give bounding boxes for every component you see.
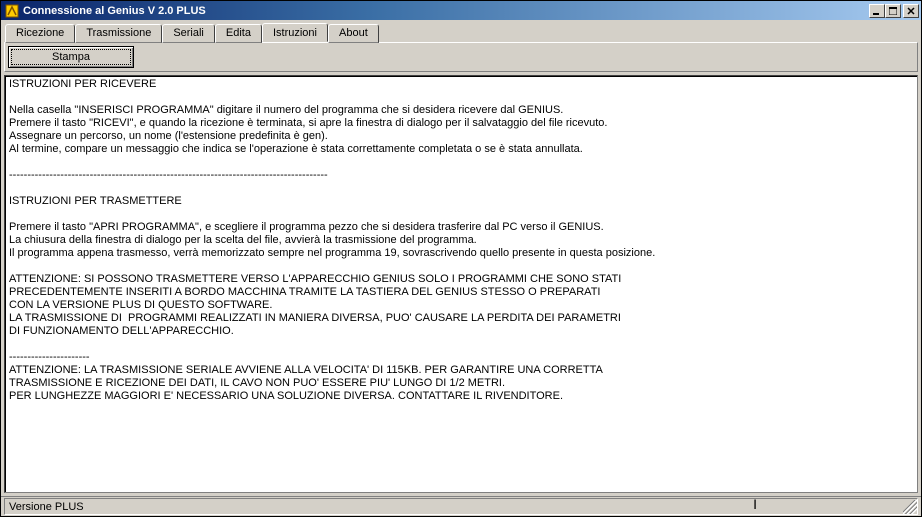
tab-istruzioni[interactable]: Istruzioni (262, 23, 328, 42)
tab-ricezione[interactable]: Ricezione (5, 24, 75, 43)
text-cursor-icon: I (753, 496, 757, 512)
toolbar: Stampa (4, 42, 918, 72)
app-icon (4, 3, 20, 19)
minimize-button[interactable] (869, 4, 885, 18)
tab-edita[interactable]: Edita (215, 24, 262, 43)
tabbar: Ricezione Trasmissione Seriali Edita Ist… (1, 20, 921, 42)
status-version: Versione PLUS I (4, 498, 918, 515)
tab-seriali[interactable]: Seriali (162, 24, 215, 43)
app-window: Connessione al Genius V 2.0 PLUS Ricezio… (0, 0, 922, 517)
close-button[interactable] (903, 4, 919, 18)
maximize-button[interactable] (885, 4, 901, 18)
status-version-label: Versione PLUS (9, 501, 84, 513)
stampa-button[interactable]: Stampa (8, 46, 134, 68)
window-title: Connessione al Genius V 2.0 PLUS (23, 5, 869, 17)
resize-grip-icon[interactable] (903, 500, 917, 514)
tab-about[interactable]: About (328, 24, 379, 43)
titlebar[interactable]: Connessione al Genius V 2.0 PLUS (1, 1, 921, 20)
tab-trasmissione[interactable]: Trasmissione (75, 24, 162, 43)
window-controls (869, 4, 919, 18)
instructions-text: ISTRUZIONI PER RICEVERE Nella casella "I… (4, 75, 918, 493)
statusbar: Versione PLUS I (1, 496, 921, 516)
